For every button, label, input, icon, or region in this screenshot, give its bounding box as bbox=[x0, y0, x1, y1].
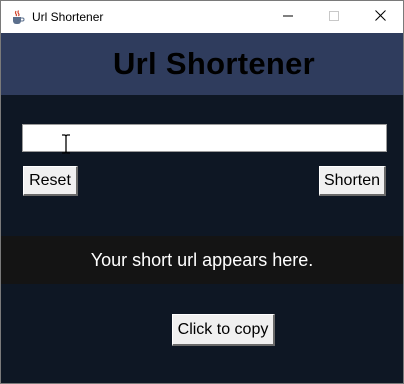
page-title: Url Shortener bbox=[113, 46, 315, 81]
minimize-icon bbox=[283, 8, 293, 26]
url-input[interactable] bbox=[22, 124, 387, 152]
app-window: Url Shortener Url Shortener Reset Shorte… bbox=[0, 0, 404, 384]
java-cup-icon bbox=[10, 9, 26, 25]
copy-button[interactable]: Click to copy bbox=[172, 314, 275, 346]
short-url-label: Your short url appears here. bbox=[90, 249, 314, 270]
result-panel: Your short url appears here. bbox=[1, 236, 403, 284]
maximize-button[interactable] bbox=[311, 1, 357, 33]
minimize-button[interactable] bbox=[265, 1, 311, 33]
close-button[interactable] bbox=[357, 1, 403, 33]
title-bar[interactable]: Url Shortener bbox=[1, 1, 403, 33]
window-title: Url Shortener bbox=[32, 10, 104, 24]
app-header: Url Shortener bbox=[1, 33, 403, 95]
reset-button[interactable]: Reset bbox=[23, 166, 78, 196]
maximize-icon bbox=[329, 8, 339, 26]
close-icon bbox=[374, 8, 386, 26]
shorten-button[interactable]: Shorten bbox=[319, 166, 386, 196]
